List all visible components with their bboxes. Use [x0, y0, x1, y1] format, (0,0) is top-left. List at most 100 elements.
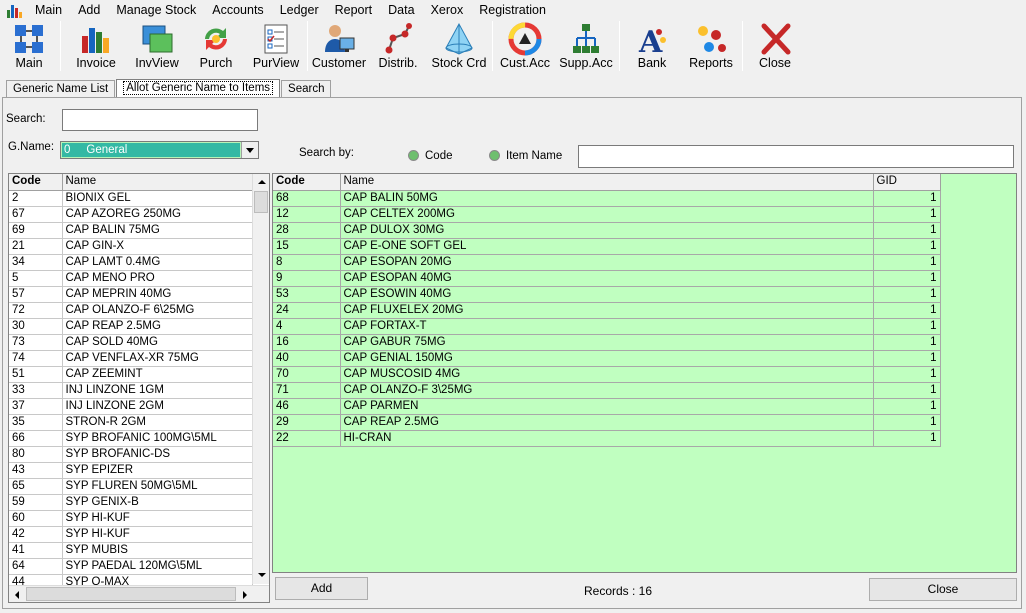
table-row[interactable]: 72 CAP OLANZO-F 6\25MG [9, 302, 253, 319]
menu-item-data[interactable]: Data [380, 0, 422, 21]
toolbar-stock-crd-button[interactable]: Stock Crd [428, 21, 490, 73]
tab-generic-name-list[interactable]: Generic Name List [6, 80, 116, 98]
scroll-up-icon[interactable] [253, 174, 269, 191]
table-row[interactable]: 8 CAP ESOPAN 20MG 1 [273, 254, 941, 271]
table-row[interactable]: 80 SYP BROFANIC-DS [9, 446, 253, 463]
close-button[interactable]: Close [869, 578, 1017, 601]
horizontal-scrollbar[interactable] [9, 585, 269, 602]
table-row[interactable]: 35 STRON-R 2GM [9, 414, 253, 431]
table-row[interactable]: 33 INJ LINZONE 1GM [9, 382, 253, 399]
toolbar-supp-acc-button[interactable]: Supp.Acc [555, 21, 617, 73]
search-by-input[interactable] [578, 145, 1014, 168]
table-row[interactable]: 16 CAP GABUR 75MG 1 [273, 334, 941, 351]
toolbar-reports-button[interactable]: Reports [682, 21, 740, 73]
add-button[interactable]: Add [275, 577, 368, 600]
table-row[interactable]: 65 SYP FLUREN 50MG\5ML [9, 478, 253, 495]
allotted-items-grid[interactable]: Code Name GID 68 CAP BALIN 50MG 1 12 CAP CELTE… [272, 173, 1017, 573]
toolbar-invview-button[interactable]: InvView [129, 21, 185, 73]
column-header-gid[interactable]: GID [873, 174, 941, 191]
radio-code[interactable] [408, 150, 419, 161]
scroll-right-icon[interactable] [236, 586, 253, 602]
toolbar-distrib-button[interactable]: Distrib. [368, 21, 428, 73]
table-cell: CAP BALIN 50MG [340, 190, 874, 207]
table-row[interactable]: 22 HI-CRAN 1 [273, 430, 941, 447]
gname-dropdown[interactable]: 0 General [60, 141, 259, 159]
toolbar-customer-button[interactable]: Customer [310, 21, 368, 73]
search-input[interactable] [62, 109, 258, 131]
scroll-left-icon[interactable] [9, 586, 26, 602]
table-row[interactable]: 9 CAP ESOPAN 40MG 1 [273, 270, 941, 287]
invoice-icon [82, 28, 109, 53]
table-row[interactable]: 42 SYP HI-KUF [9, 526, 253, 543]
toolbar-cust-acc-button[interactable]: Cust.Acc [495, 21, 555, 73]
table-row[interactable]: 67 CAP AZOREG 250MG [9, 206, 253, 223]
tab-allot-generic-name-to-items[interactable]: Allot Generic Name to Items [116, 79, 281, 98]
toolbar-main-button[interactable]: Main [0, 21, 58, 73]
chevron-down-icon[interactable] [241, 142, 258, 158]
table-row[interactable]: 5 CAP MENO PRO [9, 270, 253, 287]
toolbar-purch-button[interactable]: Purch [185, 21, 247, 73]
menu-item-manage-stock[interactable]: Manage Stock [108, 0, 204, 21]
table-row[interactable]: 28 CAP DULOX 30MG 1 [273, 222, 941, 239]
table-row[interactable]: 12 CAP CELTEX 200MG 1 [273, 206, 941, 223]
table-row[interactable]: 2 BIONIX GEL [9, 190, 253, 207]
table-row[interactable]: 4 CAP FORTAX-T 1 [273, 318, 941, 335]
table-row[interactable]: 46 CAP PARMEN 1 [273, 398, 941, 415]
menu-item-report[interactable]: Report [327, 0, 381, 21]
table-row[interactable]: 74 CAP VENFLAX-XR 75MG [9, 350, 253, 367]
table-cell: CAP GENIAL 150MG [340, 350, 874, 367]
table-row[interactable]: 41 SYP MUBIS [9, 542, 253, 559]
menu-item-registration[interactable]: Registration [471, 0, 554, 21]
table-row[interactable]: 66 SYP BROFANIC 100MG\5ML [9, 430, 253, 447]
scroll-thumb-horizontal[interactable] [26, 587, 236, 601]
scroll-down-icon[interactable] [253, 567, 269, 584]
toolbar-bank-button[interactable]: A Bank [622, 21, 682, 73]
column-header-name[interactable]: Name [62, 174, 253, 191]
table-row[interactable]: 69 CAP BALIN 75MG [9, 222, 253, 239]
table-row[interactable]: 53 CAP ESOWIN 40MG 1 [273, 286, 941, 303]
table-row[interactable]: 59 SYP GENIX-B [9, 494, 253, 511]
table-row[interactable]: 21 CAP GIN-X [9, 238, 253, 255]
menu-item-main[interactable]: Main [27, 0, 70, 21]
table-row[interactable]: 30 CAP REAP 2.5MG [9, 318, 253, 335]
table-cell: CAP GABUR 75MG [340, 334, 874, 351]
scroll-thumb[interactable] [254, 191, 268, 213]
table-row[interactable]: 40 CAP GENIAL 150MG 1 [273, 350, 941, 367]
menu-item-ledger[interactable]: Ledger [272, 0, 327, 21]
table-row[interactable]: 24 CAP FLUXELEX 20MG 1 [273, 302, 941, 319]
table-row[interactable]: 57 CAP MEPRIN 40MG [9, 286, 253, 303]
table-row[interactable]: 70 CAP MUSCOSID 4MG 1 [273, 366, 941, 383]
table-row[interactable]: 34 CAP LAMT 0.4MG [9, 254, 253, 271]
table-row[interactable]: 15 CAP E-ONE SOFT GEL 1 [273, 238, 941, 255]
column-header-code[interactable]: Code [9, 174, 63, 191]
column-header-name[interactable]: Name [340, 174, 874, 191]
table-row[interactable]: 43 SYP EPIZER [9, 462, 253, 479]
vertical-scrollbar[interactable] [252, 174, 269, 584]
table-row[interactable]: 37 INJ LINZONE 2GM [9, 398, 253, 415]
table-row[interactable]: 60 SYP HI-KUF [9, 510, 253, 527]
table-row[interactable]: 29 CAP REAP 2.5MG 1 [273, 414, 941, 431]
table-row[interactable]: 71 CAP OLANZO-F 3\25MG 1 [273, 382, 941, 399]
menu-item-accounts[interactable]: Accounts [204, 0, 271, 21]
toolbar-close-button[interactable]: Close [745, 21, 805, 73]
table-row[interactable]: 64 SYP PAEDAL 120MG\5ML [9, 558, 253, 575]
table-cell: 1 [873, 286, 941, 303]
table-row[interactable]: 73 CAP SOLD 40MG [9, 334, 253, 351]
close-icon [761, 23, 791, 55]
menu-item-add[interactable]: Add [70, 0, 108, 21]
column-header-code[interactable]: Code [273, 174, 341, 191]
menu-item-xerox[interactable]: Xerox [423, 0, 472, 21]
table-cell: 57 [9, 286, 63, 303]
table-cell: 37 [9, 398, 63, 415]
table-row[interactable]: 68 CAP BALIN 50MG 1 [273, 190, 941, 207]
purch-icon [205, 28, 227, 50]
table-cell: CAP CELTEX 200MG [340, 206, 874, 223]
table-cell: HI-CRAN [340, 430, 874, 447]
toolbar-purview-button[interactable]: PurView [247, 21, 305, 73]
table-cell: CAP REAP 2.5MG [340, 414, 874, 431]
table-row[interactable]: 51 CAP ZEEMINT [9, 366, 253, 383]
tab-search[interactable]: Search [281, 80, 332, 98]
radio-item-name[interactable] [489, 150, 500, 161]
items-grid[interactable]: Code Name 2 BIONIX GEL 67 CAP AZOREG 250MG 69… [8, 173, 270, 603]
toolbar-invoice-button[interactable]: Invoice [63, 21, 129, 73]
